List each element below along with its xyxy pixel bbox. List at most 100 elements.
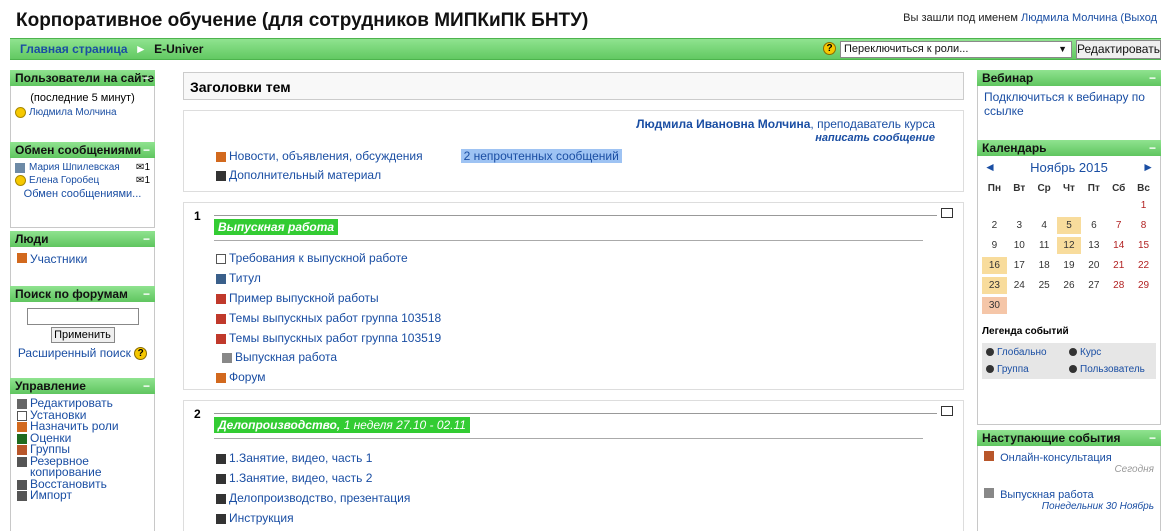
legend-label[interactable]: Глобально bbox=[997, 347, 1047, 358]
login-user-link[interactable]: Людмила Молчина bbox=[1021, 12, 1117, 24]
highlight-toggle-icon[interactable] bbox=[941, 406, 953, 416]
help-icon[interactable]: ? bbox=[134, 347, 148, 361]
unread-badge[interactable]: 2 непрочтенных сообщений bbox=[460, 149, 622, 163]
resource-label[interactable]: Делопроизводство, презентация bbox=[229, 491, 410, 505]
calendar-day[interactable]: 3 bbox=[1007, 217, 1032, 234]
resource-item[interactable]: Требования к выпускной работе bbox=[216, 251, 408, 265]
advanced-search[interactable]: Расширенный поиск ? bbox=[11, 346, 154, 361]
role-select[interactable]: Переключиться к роли... ▼ bbox=[840, 41, 1072, 58]
calendar-day[interactable]: 15 bbox=[1131, 237, 1156, 254]
collapse-icon[interactable]: − bbox=[1149, 70, 1156, 86]
resource-label[interactable]: Титул bbox=[229, 271, 261, 285]
resource-label[interactable]: Темы выпускных работ группа 103519 bbox=[229, 331, 441, 345]
event-name[interactable]: Онлайн-консультация bbox=[1000, 452, 1112, 464]
message-sender[interactable]: Елена Горобец bbox=[29, 175, 136, 186]
webinar-link[interactable]: Подключиться к вебинару по ссылке bbox=[984, 90, 1145, 118]
legend-label[interactable]: Группа bbox=[997, 364, 1029, 375]
calendar-day[interactable]: 19 bbox=[1057, 257, 1082, 274]
breadcrumb-home[interactable]: Главная страница bbox=[20, 42, 128, 56]
calendar-day[interactable]: 24 bbox=[1007, 277, 1032, 294]
resource-item[interactable]: Темы выпускных работ группа 103518 bbox=[216, 311, 441, 325]
calendar-day[interactable]: 30 bbox=[982, 297, 1007, 314]
legend-user[interactable]: Пользователь bbox=[1069, 364, 1152, 375]
legend-label[interactable]: Пользователь bbox=[1080, 364, 1145, 375]
calendar-day[interactable]: 2 bbox=[982, 217, 1007, 234]
collapse-icon[interactable]: − bbox=[143, 286, 150, 302]
message-row[interactable]: Елена Горобец ✉ 1 bbox=[15, 175, 150, 186]
resource-label[interactable]: 1.Занятие, видео, часть 2 bbox=[229, 471, 372, 485]
calendar-day[interactable]: 11 bbox=[1032, 237, 1057, 254]
forum-search-input[interactable] bbox=[26, 308, 139, 325]
resource-label[interactable]: Дополнительный материал bbox=[229, 168, 381, 182]
calendar-day[interactable]: 25 bbox=[1032, 277, 1057, 294]
admin-item-import[interactable]: Импорт bbox=[17, 489, 148, 502]
help-icon[interactable]: ? bbox=[823, 42, 836, 55]
calendar-day[interactable]: 6 bbox=[1081, 217, 1106, 234]
legend-course[interactable]: Курс bbox=[1069, 347, 1152, 358]
resource-item[interactable]: 1.Занятие, видео, часть 2 bbox=[216, 471, 372, 485]
admin-item-backup[interactable]: Резервное копирование bbox=[17, 455, 148, 479]
collapse-icon[interactable]: − bbox=[1149, 140, 1156, 156]
resource-item[interactable]: Инструкция bbox=[216, 511, 294, 525]
resource-label[interactable]: Темы выпускных работ группа 103518 bbox=[229, 311, 441, 325]
message-row[interactable]: Мария Шпилевская ✉ 1 bbox=[15, 162, 150, 173]
calendar-day[interactable]: 10 bbox=[1007, 237, 1032, 254]
message-sender[interactable]: Мария Шпилевская bbox=[29, 162, 136, 173]
event-name[interactable]: Выпускная работа bbox=[1000, 489, 1094, 501]
calendar-day[interactable]: 23 bbox=[982, 277, 1007, 294]
upcoming-event[interactable]: Онлайн-консультация Сегодня bbox=[984, 450, 1154, 475]
next-month-icon[interactable]: ► bbox=[1142, 160, 1154, 175]
collapse-icon[interactable]: − bbox=[143, 378, 150, 394]
calendar-day[interactable]: 4 bbox=[1032, 217, 1057, 234]
legend-global[interactable]: Глобально bbox=[986, 347, 1069, 358]
advanced-search-link[interactable]: Расширенный поиск bbox=[18, 346, 131, 360]
resource-item[interactable]: Делопроизводство, презентация bbox=[216, 491, 410, 505]
apply-button[interactable]: Применить bbox=[50, 327, 115, 343]
calendar-day[interactable]: 26 bbox=[1057, 277, 1082, 294]
calendar-day[interactable]: 13 bbox=[1081, 237, 1106, 254]
prev-month-icon[interactable]: ◄ bbox=[984, 160, 996, 175]
resource-label[interactable]: Новости, объявления, обсуждения bbox=[229, 149, 423, 163]
resource-label[interactable]: Инструкция bbox=[229, 511, 294, 525]
calendar-day[interactable]: 18 bbox=[1032, 257, 1057, 274]
highlight-toggle-icon[interactable] bbox=[941, 208, 953, 218]
resource-extra[interactable]: Дополнительный материал bbox=[216, 168, 381, 182]
edit-button[interactable]: Редактировать bbox=[1076, 40, 1161, 59]
resource-label[interactable]: Выпускная работа bbox=[235, 350, 337, 364]
calendar-day[interactable]: 28 bbox=[1106, 277, 1131, 294]
calendar-day[interactable]: 21 bbox=[1106, 257, 1131, 274]
calendar-month[interactable]: Ноябрь 2015 bbox=[1030, 160, 1108, 175]
resource-label[interactable]: Пример выпускной работы bbox=[229, 291, 379, 305]
calendar-day[interactable]: 1 bbox=[1131, 197, 1156, 214]
participants-link[interactable]: Участники bbox=[17, 252, 148, 266]
calendar-day[interactable]: 8 bbox=[1131, 217, 1156, 234]
collapse-icon[interactable]: − bbox=[143, 231, 150, 247]
upcoming-event[interactable]: Выпускная работа Понедельник 30 Ноябрь bbox=[984, 487, 1154, 512]
calendar-day[interactable]: 20 bbox=[1081, 257, 1106, 274]
calendar-day[interactable]: 9 bbox=[982, 237, 1007, 254]
resource-item[interactable]: Темы выпускных работ группа 103519 bbox=[216, 331, 441, 345]
collapse-icon[interactable]: − bbox=[143, 70, 150, 86]
resource-label[interactable]: Форум bbox=[229, 370, 265, 384]
online-user[interactable]: Людмила Молчина bbox=[11, 107, 154, 118]
resource-item[interactable]: Выпускная работа bbox=[222, 350, 337, 364]
collapse-icon[interactable]: − bbox=[143, 142, 150, 158]
admin-item-label[interactable]: Резервное копирование bbox=[30, 455, 148, 479]
teacher-name-link[interactable]: Людмила Ивановна Молчина bbox=[636, 117, 810, 131]
calendar-day[interactable]: 16 bbox=[982, 257, 1007, 274]
calendar-day[interactable]: 12 bbox=[1056, 237, 1082, 254]
event-date[interactable]: Понедельник 30 Ноябрь bbox=[984, 501, 1154, 512]
resource-item[interactable]: Титул bbox=[216, 271, 261, 285]
resource-item[interactable]: 1.Занятие, видео, часть 1 bbox=[216, 451, 372, 465]
calendar-day[interactable]: 7 bbox=[1106, 217, 1131, 234]
online-user-name[interactable]: Людмила Молчина bbox=[29, 107, 117, 118]
resource-news-forum[interactable]: Новости, объявления, обсуждения 2 непроч… bbox=[216, 149, 622, 163]
calendar-day[interactable]: 17 bbox=[1007, 257, 1032, 274]
resource-label[interactable]: Требования к выпускной работе bbox=[229, 251, 408, 265]
legend-group[interactable]: Группа bbox=[986, 364, 1069, 375]
resource-item[interactable]: Пример выпускной работы bbox=[216, 291, 379, 305]
write-message-link[interactable]: написать сообщение bbox=[636, 132, 935, 144]
calendar-day[interactable]: 22 bbox=[1131, 257, 1156, 274]
legend-label[interactable]: Курс bbox=[1080, 347, 1101, 358]
collapse-icon[interactable]: − bbox=[1149, 430, 1156, 446]
